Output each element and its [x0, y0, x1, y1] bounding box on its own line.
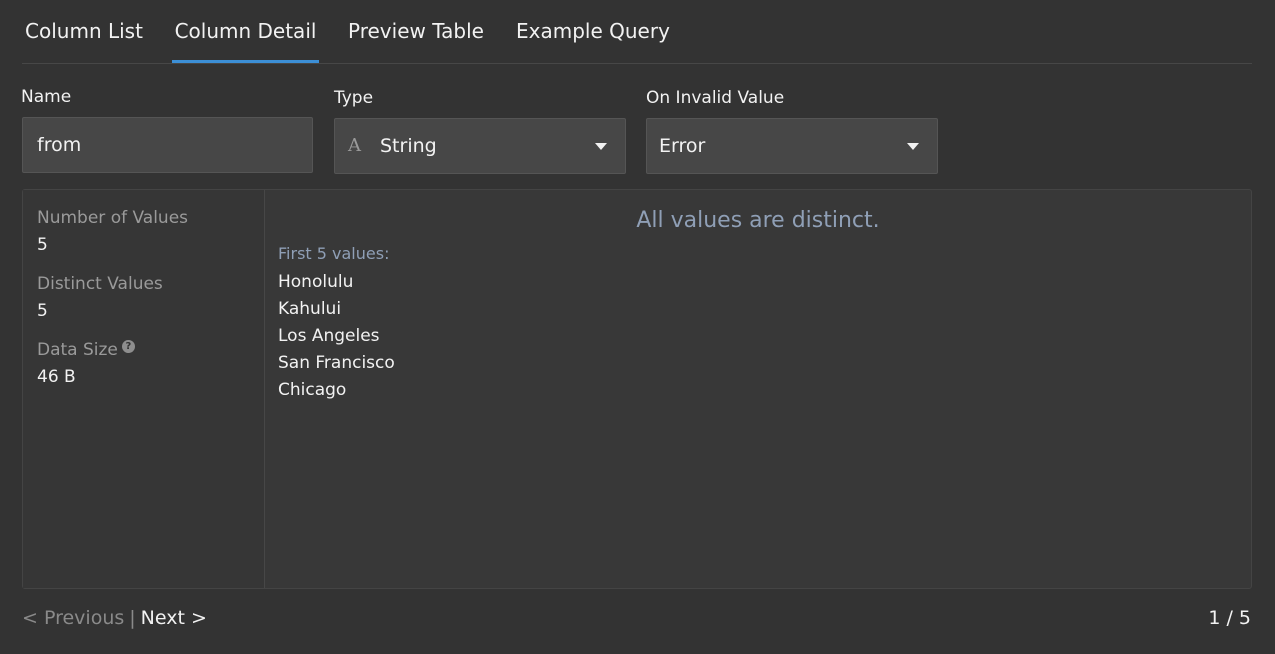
tab-example-query[interactable]: Example Query [516, 0, 670, 62]
help-icon[interactable]: ? [121, 340, 135, 353]
name-label: Name [21, 87, 72, 107]
page-indicator: 1 / 5 [1208, 607, 1251, 629]
data-size-label-row: Data Size? [37, 340, 135, 360]
chevron-down-icon [907, 143, 919, 150]
pager-separator: | [129, 607, 136, 629]
list-item: Kahului [278, 299, 342, 319]
list-item: Honolulu [278, 272, 354, 292]
chevron-down-icon [595, 143, 607, 150]
on-invalid-value-label: On Invalid Value [646, 88, 785, 108]
list-item: Chicago [278, 380, 347, 400]
tab-column-detail[interactable]: Column Detail [172, 0, 319, 63]
string-type-icon: A [348, 135, 361, 156]
all-values-distinct-message: All values are distinct. [636, 208, 880, 233]
first-values-header: First 5 values: [278, 244, 390, 263]
type-select-value: String [380, 135, 437, 157]
name-input[interactable] [23, 118, 312, 172]
on-invalid-value-select[interactable]: Error [646, 118, 938, 174]
distinct-values-label: Distinct Values [37, 274, 163, 294]
number-of-values-label: Number of Values [37, 208, 189, 228]
list-item: San Francisco [278, 353, 395, 373]
tab-preview-table[interactable]: Preview Table [348, 0, 484, 62]
on-invalid-value-select-value: Error [659, 135, 706, 157]
data-size-label: Data Size [37, 340, 118, 360]
tab-column-list[interactable]: Column List [22, 0, 146, 62]
list-item: Los Angeles [278, 326, 380, 346]
distinct-values-value: 5 [37, 301, 48, 321]
column-detail-view: Column List Column Detail Preview Table … [0, 0, 1275, 654]
column-stats-sidebar: Number of Values 5 Distinct Values 5 Dat… [23, 190, 265, 588]
next-button[interactable]: Next > [141, 607, 207, 629]
tab-bar: Column List Column Detail Preview Table … [22, 0, 1252, 64]
name-field-container [22, 117, 313, 173]
number-of-values-value: 5 [37, 235, 48, 255]
previous-button[interactable]: < Previous [22, 607, 124, 629]
pagination-controls: < Previous | Next > [22, 607, 207, 629]
type-label: Type [334, 88, 374, 108]
column-detail-panel: Number of Values 5 Distinct Values 5 Dat… [22, 189, 1252, 589]
type-select[interactable]: A String [334, 118, 626, 174]
values-list: Honolulu Kahului Los Angeles San Francis… [278, 269, 395, 404]
data-size-value: 46 B [37, 367, 76, 387]
